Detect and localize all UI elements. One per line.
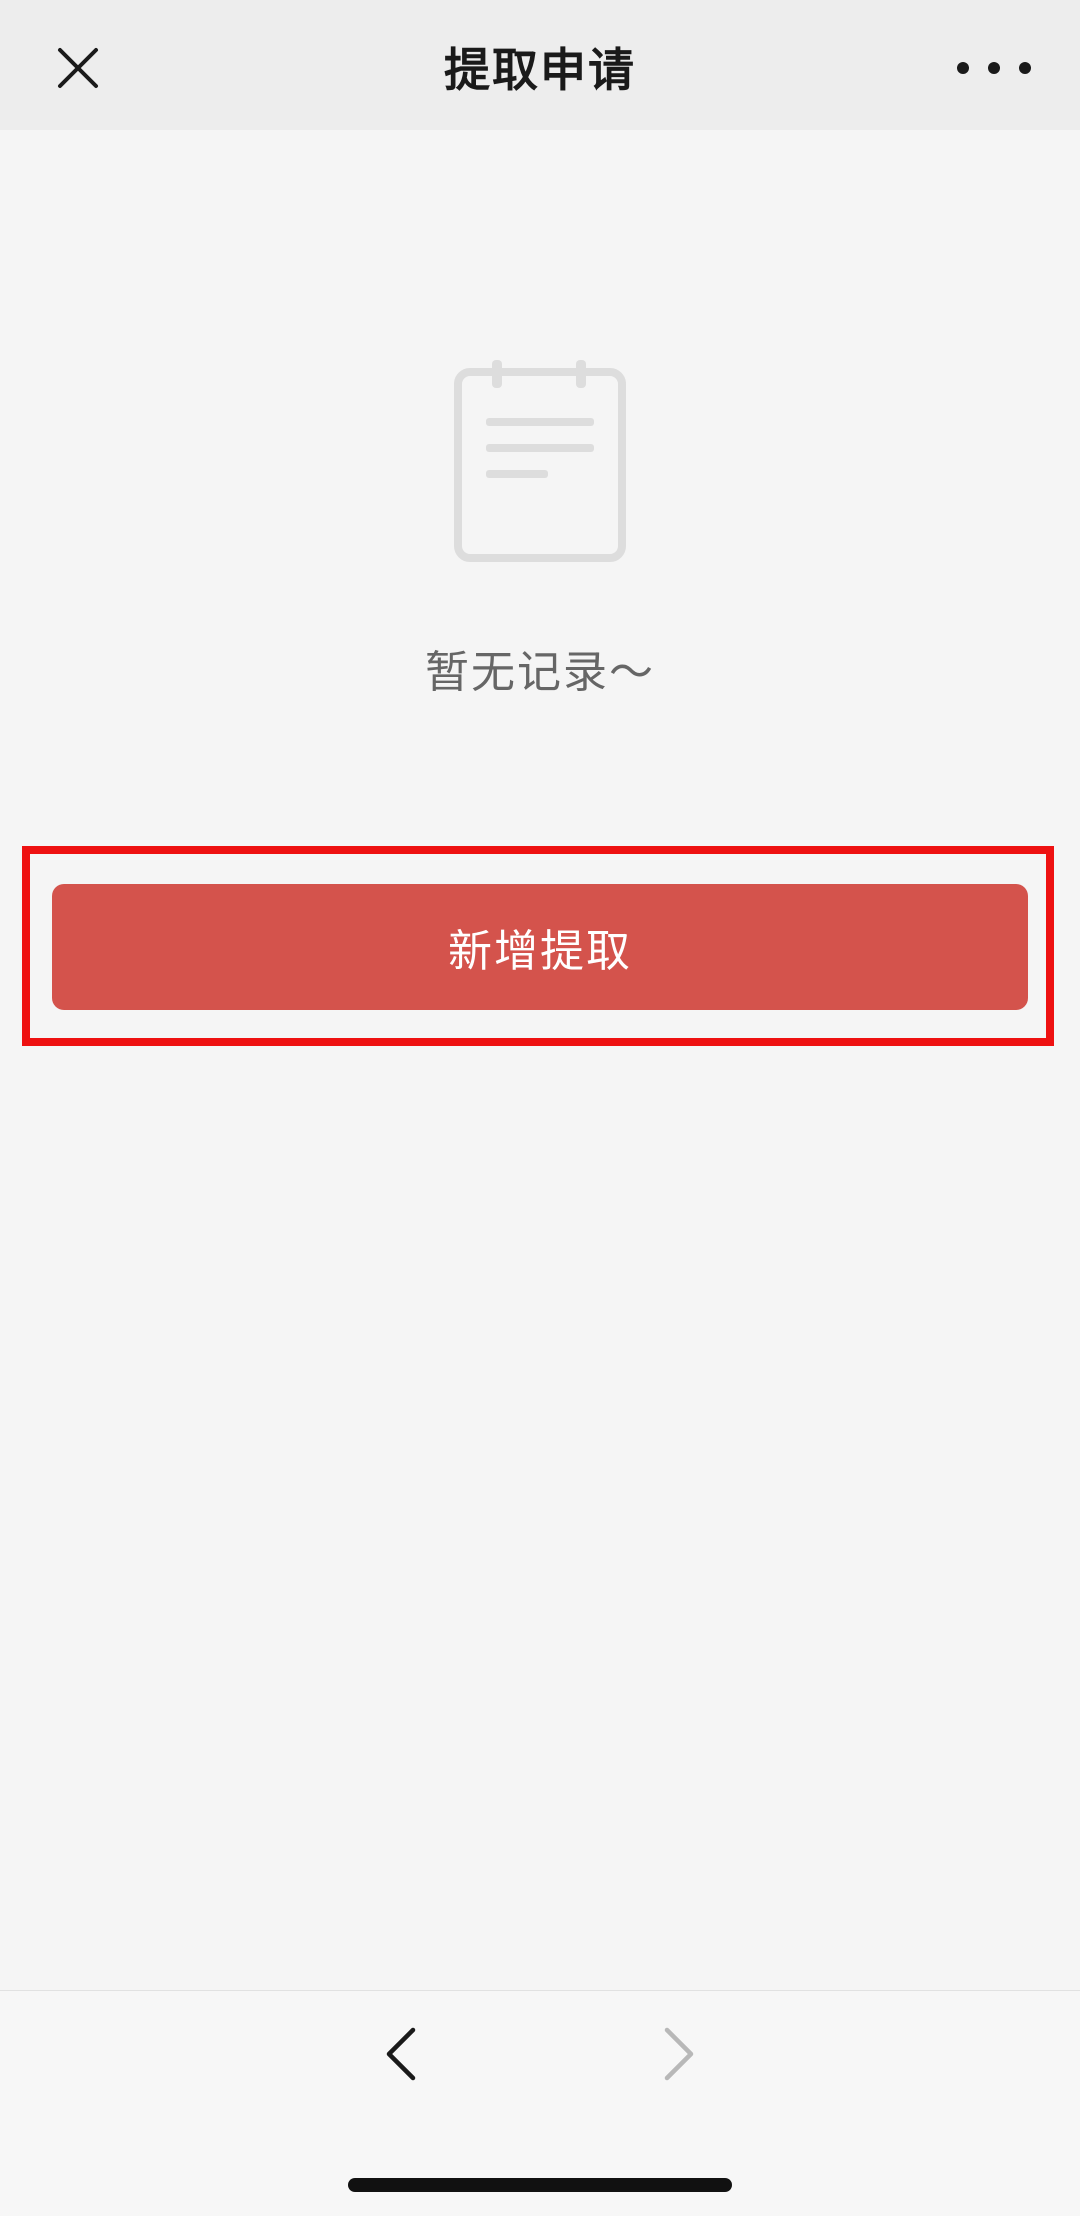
forward-button[interactable]	[654, 2024, 704, 2084]
add-extraction-button[interactable]: 新增提取	[52, 884, 1028, 1010]
empty-message: 暂无记录～	[425, 647, 655, 698]
chevron-left-icon	[386, 2027, 416, 2081]
home-indicator[interactable]	[348, 2178, 732, 2192]
more-button[interactable]	[944, 48, 1044, 88]
top-bar: 提取申请	[0, 0, 1080, 130]
back-button[interactable]	[376, 2024, 426, 2084]
more-dots-icon	[957, 62, 1031, 74]
page-title: 提取申请	[444, 43, 636, 97]
notepad-icon	[452, 358, 628, 564]
chevron-right-icon	[664, 2027, 694, 2081]
